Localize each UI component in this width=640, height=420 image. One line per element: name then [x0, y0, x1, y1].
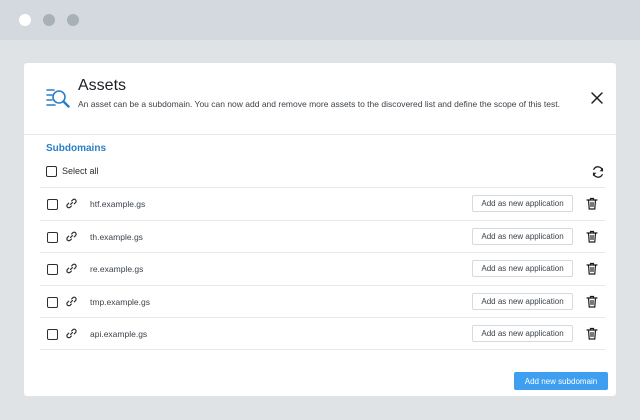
subdomain-name: re.example.gs [90, 264, 144, 274]
add-as-application-button[interactable]: Add as new application [472, 260, 573, 277]
search-document-icon [46, 89, 70, 108]
add-as-application-button[interactable]: Add as new application [472, 227, 573, 245]
close-icon[interactable] [589, 90, 605, 106]
subdomain-row: api.example.gs Add as new application [40, 317, 605, 350]
window-maximize-control[interactable] [67, 14, 79, 26]
link-icon[interactable] [66, 296, 77, 307]
trash-icon[interactable] [586, 197, 598, 210]
trash-icon[interactable] [586, 295, 598, 308]
subdomain-name: tmp.example.gs [90, 296, 150, 307]
dialog-header: Assets An asset can be a subdomain. You … [24, 63, 616, 135]
add-as-application-button[interactable]: Add as new application [472, 195, 573, 212]
link-icon[interactable] [66, 231, 77, 242]
refresh-icon[interactable] [591, 165, 605, 179]
row-checkbox[interactable] [47, 199, 58, 210]
subdomain-row: htf.example.gs Add as new application [40, 187, 605, 220]
subdomain-name: api.example.gs [90, 329, 148, 339]
row-checkbox[interactable] [47, 296, 58, 308]
add-new-subdomain-button[interactable]: Add new subdomain [514, 372, 608, 390]
trash-icon[interactable] [586, 327, 598, 340]
subdomain-row: re.example.gs Add as new application [40, 252, 605, 285]
subdomain-row: th.example.gs Add as new application [40, 219, 605, 253]
subdomain-name: htf.example.gs [90, 199, 146, 209]
dialog-title: Assets [78, 77, 127, 94]
select-all[interactable]: Select all [46, 164, 99, 178]
dialog-description: An asset can be a subdomain. You can now… [78, 99, 560, 109]
add-as-application-button[interactable]: Add as new application [472, 292, 573, 310]
link-icon[interactable] [66, 328, 77, 339]
add-as-application-button[interactable]: Add as new application [472, 325, 573, 342]
subdomains-section-title: Subdomains [46, 143, 107, 154]
assets-dialog: Assets An asset can be a subdomain. You … [24, 63, 616, 396]
subdomain-name: th.example.gs [90, 231, 143, 242]
subdomain-row: tmp.example.gs Add as new application [40, 284, 605, 318]
window-minimize-control[interactable] [43, 14, 55, 26]
window-close-control[interactable] [19, 14, 31, 26]
window-titlebar [0, 0, 640, 40]
trash-icon[interactable] [586, 262, 598, 275]
row-checkbox[interactable] [47, 264, 58, 275]
row-checkbox[interactable] [47, 231, 58, 243]
select-all-checkbox[interactable] [46, 165, 57, 177]
row-checkbox[interactable] [47, 329, 58, 340]
select-all-label: Select all [62, 166, 99, 176]
subdomain-list: htf.example.gs Add as new application th… [40, 187, 605, 350]
link-icon[interactable] [66, 263, 77, 274]
link-icon[interactable] [66, 198, 77, 209]
trash-icon[interactable] [586, 230, 598, 243]
